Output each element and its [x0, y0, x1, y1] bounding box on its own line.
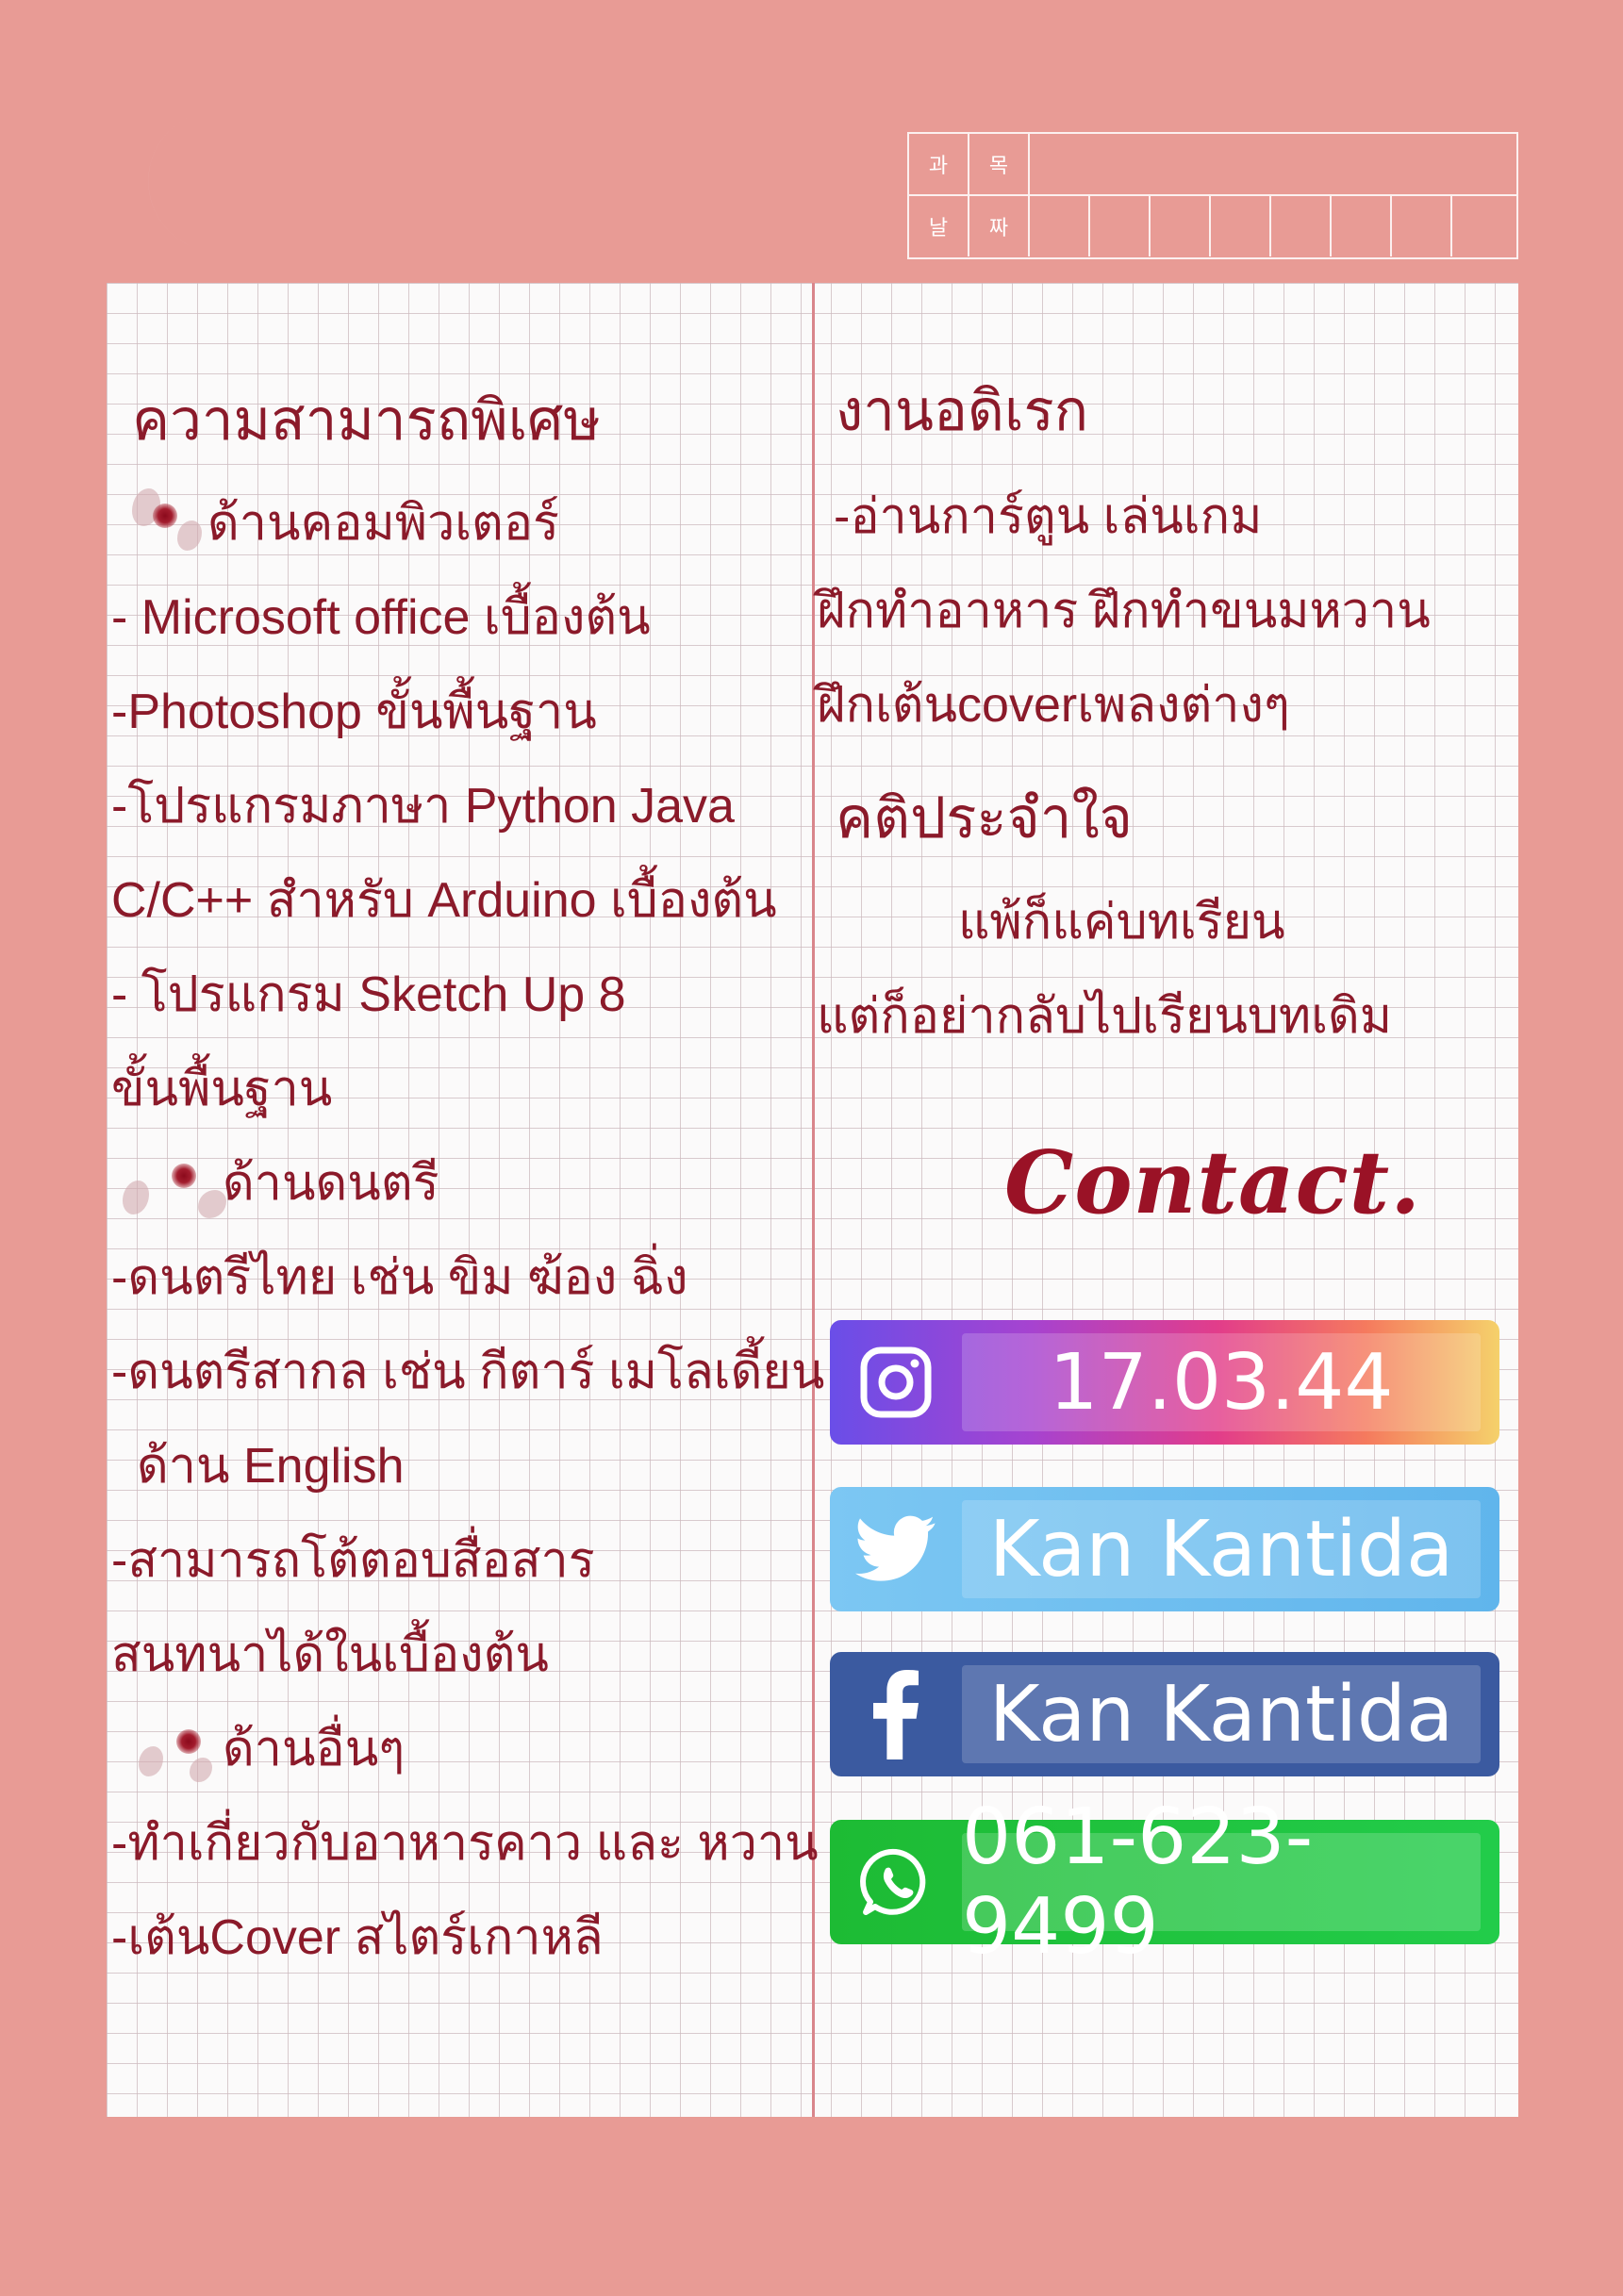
facebook-name: Kan Kantida: [962, 1665, 1481, 1763]
subject-row: 과 목: [909, 134, 1516, 196]
date-cell: [1151, 196, 1211, 256]
section-heading-other: ด้านอื่นๆ: [223, 1722, 406, 1776]
skill-line: -สามารถโต้ตอบสื่อสาร: [111, 1533, 595, 1588]
instagram-icon: [849, 1335, 943, 1429]
date-cell: [1090, 196, 1151, 256]
facebook-button[interactable]: Kan Kantida: [830, 1652, 1499, 1776]
twitter-handle: Kan Kantida: [962, 1500, 1481, 1598]
skill-line: ขั้นพื้นฐาน: [111, 1062, 333, 1116]
motto-line: แพ้ก็แค่บทเรียน: [958, 895, 1285, 950]
skill-line: C/C++ สำหรับ Arduino เบื้องต้น: [111, 873, 777, 928]
whatsapp-button[interactable]: 061-623-9499: [830, 1792, 1499, 1972]
subject-date-box: 과 목 날 짜: [907, 132, 1518, 259]
date-cell: [1332, 196, 1392, 256]
instagram-button[interactable]: 17.03.44: [830, 1320, 1499, 1445]
subject-label-1: 과: [909, 134, 969, 194]
skill-line: -ดนตรีไทย เช่น ขิม ฆ้อง ฉิ่ง: [111, 1250, 688, 1305]
date-label-1: 날: [909, 196, 969, 256]
date-cell: [1211, 196, 1271, 256]
section-heading-music: ด้านดนตรี: [223, 1156, 439, 1211]
flower-bullet-icon: [132, 483, 202, 551]
date-cell: [1271, 196, 1332, 256]
twitter-button[interactable]: Kan Kantida: [830, 1487, 1499, 1611]
subject-label-2: 목: [969, 134, 1030, 194]
hobby-line: ฝึกทำอาหาร ฝึกทำขนมหวาน: [817, 584, 1431, 638]
skill-line: -ทำเกี่ยวกับอาหารคาว และ หวาน: [111, 1816, 819, 1871]
whatsapp-icon: [849, 1835, 943, 1929]
skill-line: -เต้นCover สไตร์เกาหลี: [111, 1910, 604, 1965]
hobby-line: ฝึกเต้นcoverเพลงต่างๆ: [817, 678, 1290, 733]
skill-line: -ดนตรีสากล เช่น กีตาร์ เมโลเดี้ยน: [111, 1345, 825, 1399]
date-cell: [1452, 196, 1516, 256]
contact-title: Contact.: [1004, 1131, 1422, 1233]
flower-bullet-icon: [139, 1709, 222, 1782]
flower-bullet-icon: [123, 1143, 226, 1218]
skill-line: - โปรแกรม Sketch Up 8: [111, 967, 626, 1022]
whatsapp-number: 061-623-9499: [962, 1792, 1481, 1972]
hobby-title: งานอดิเรก: [836, 379, 1089, 442]
moon-icon: [148, 115, 245, 253]
date-cell: [1030, 196, 1090, 256]
date-label-2: 짜: [969, 196, 1030, 256]
skill-line: สนทนาได้ในเบื้องต้น: [111, 1627, 549, 1682]
section-heading-english: ด้าน English: [137, 1439, 405, 1494]
subject-field: [1030, 134, 1516, 194]
instagram-handle: 17.03.44: [962, 1333, 1481, 1431]
special-skills-title: ความสามารถพิเศษ: [132, 388, 601, 452]
facebook-icon: [849, 1667, 943, 1761]
motto-line: แต่ก็อย่ากลับไปเรียนบทเดิม: [817, 989, 1393, 1044]
twitter-icon: [849, 1502, 943, 1596]
date-row: 날 짜: [909, 196, 1516, 256]
section-heading-computer: ด้านคอมพิวเตอร์: [207, 496, 559, 551]
skill-line: - Microsoft office เบื้องต้น: [111, 590, 651, 645]
skill-line: -Photoshop ขั้นพื้นฐาน: [111, 685, 597, 739]
hobby-line: -อ่านการ์ตูน เล่นเกม: [834, 489, 1263, 544]
date-cell: [1392, 196, 1452, 256]
motto-title: คติประจำใจ: [836, 786, 1133, 850]
skill-line: -โปรแกรมภาษา Python Java: [111, 779, 735, 834]
